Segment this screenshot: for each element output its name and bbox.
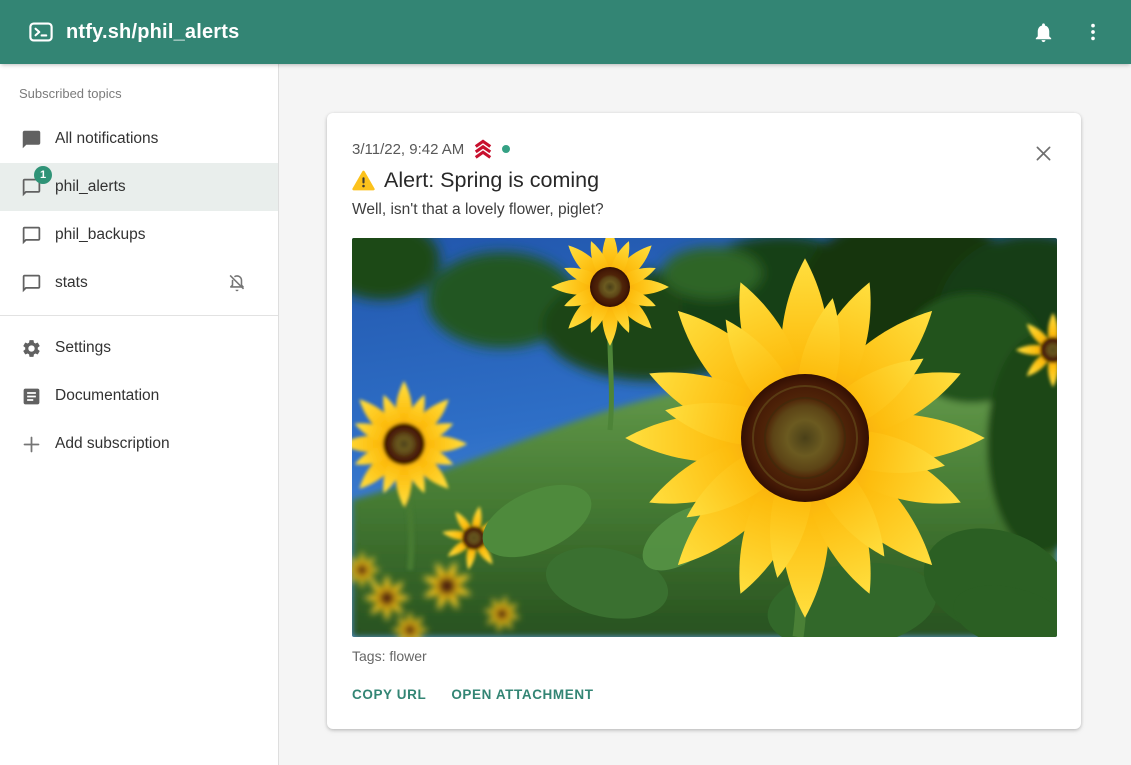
open-attachment-button[interactable]: OPEN ATTACHMENT	[451, 681, 593, 708]
sidebar-item-label: Settings	[55, 339, 111, 357]
sidebar-divider	[0, 315, 278, 316]
priority-max-icon	[472, 139, 494, 159]
attachment-image-sunflowers[interactable]	[352, 238, 1057, 637]
sidebar-item-label: phil_backups	[55, 226, 145, 244]
sidebar: Subscribed topics All notifications 1 ph…	[0, 64, 279, 765]
close-notification-button[interactable]	[1029, 139, 1057, 167]
sidebar-item-documentation[interactable]: Documentation	[0, 372, 278, 420]
sidebar-item-add-subscription[interactable]: Add subscription	[0, 420, 278, 468]
sidebar-item-phil-alerts[interactable]: 1 phil_alerts	[0, 163, 278, 211]
bell-icon	[1032, 21, 1055, 44]
warning-emoji-icon	[352, 170, 375, 191]
unread-dot	[502, 145, 510, 153]
article-icon	[20, 385, 42, 407]
chat-bubble-outline-icon	[20, 224, 42, 246]
app-title: ntfy.sh/phil_alerts	[66, 21, 239, 44]
subscribed-topics-label: Subscribed topics	[0, 64, 278, 115]
sidebar-item-label: phil_alerts	[55, 178, 126, 196]
notifications-off-icon	[226, 272, 248, 294]
copy-url-button[interactable]: COPY URL	[352, 681, 426, 708]
chat-bubble-outline-icon: 1	[20, 176, 42, 198]
sidebar-item-phil-backups[interactable]: phil_backups	[0, 211, 278, 259]
notifications-bell-button[interactable]	[1021, 10, 1065, 54]
kebab-menu-icon	[1082, 21, 1104, 43]
sidebar-item-label: Add subscription	[55, 435, 170, 453]
sidebar-item-label: stats	[55, 274, 88, 292]
notification-body: Well, isn't that a lovely flower, piglet…	[352, 200, 1057, 220]
sidebar-item-label: Documentation	[55, 387, 159, 405]
unread-count-badge: 1	[34, 166, 52, 184]
sidebar-item-label: All notifications	[55, 130, 158, 148]
chat-bubble-filled-icon	[20, 128, 42, 150]
card-actions: COPY URL OPEN ATTACHMENT	[352, 681, 1057, 708]
plus-icon	[20, 433, 42, 455]
notification-card: 3/11/22, 9:42 AM Alert: Spring is coming…	[327, 113, 1081, 729]
gear-icon	[20, 337, 42, 359]
sidebar-item-settings[interactable]: Settings	[0, 324, 278, 372]
terminal-logo-icon	[28, 19, 54, 45]
notification-title-row: Alert: Spring is coming	[352, 167, 1057, 194]
tags-line: Tags: flower	[352, 648, 1057, 664]
overflow-menu-button[interactable]	[1071, 10, 1115, 54]
close-icon	[1033, 143, 1054, 164]
notification-meta: 3/11/22, 9:42 AM	[352, 139, 1057, 159]
chat-bubble-outline-icon	[20, 272, 42, 294]
main-content: 3/11/22, 9:42 AM Alert: Spring is coming…	[280, 64, 1131, 765]
timestamp: 3/11/22, 9:42 AM	[352, 141, 464, 158]
app-bar: ntfy.sh/phil_alerts	[0, 0, 1131, 64]
sidebar-item-stats[interactable]: stats	[0, 259, 278, 307]
sidebar-item-all-notifications[interactable]: All notifications	[0, 115, 278, 163]
notification-title: Alert: Spring is coming	[384, 167, 599, 194]
